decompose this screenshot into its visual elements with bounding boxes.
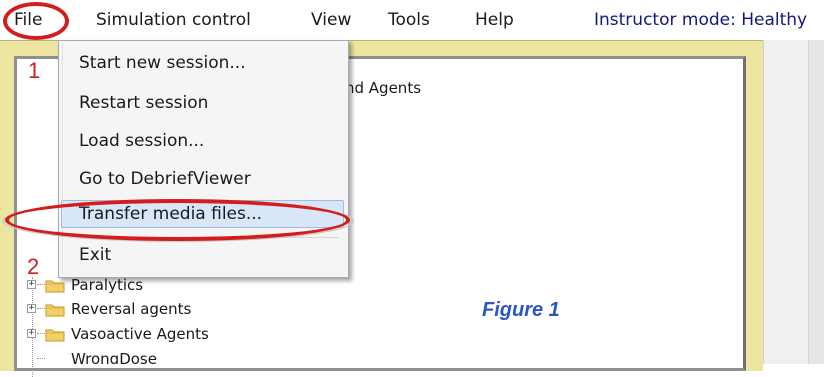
menu-bar: File Simulation control View Tools Help … — [0, 0, 824, 40]
menu-tools[interactable]: Tools — [388, 10, 430, 30]
annotation-ring-transfer — [5, 199, 350, 241]
tree-item-label: Paralytics — [71, 276, 144, 294]
menu-simulation-control[interactable]: Simulation control — [96, 10, 251, 30]
scrollbar-track[interactable] — [808, 40, 824, 364]
menu-item-start-new-session[interactable]: Start new session... — [79, 53, 246, 73]
tree-item-vasoactive-agents[interactable]: + Vasoactive Agents — [27, 325, 287, 347]
folder-icon — [45, 280, 65, 293]
tree-item-paralytics[interactable]: + Paralytics — [27, 276, 247, 298]
tree-item-reversal-agents[interactable]: + Reversal agents — [27, 300, 267, 322]
menu-view[interactable]: View — [311, 10, 351, 30]
menu-help[interactable]: Help — [475, 10, 514, 30]
tree-item-label: Reversal agents — [71, 300, 192, 318]
tree-item-label: WrongDose — [71, 350, 157, 364]
tree-header-partial: nd Agents — [345, 79, 422, 97]
annotation-step-2: 2 — [27, 254, 40, 279]
menu-item-go-to-debriefviewer[interactable]: Go to DebriefViewer — [79, 169, 251, 189]
menu-item-exit[interactable]: Exit — [79, 245, 111, 265]
plus-expander-icon[interactable]: + — [27, 304, 36, 313]
file-dropdown-menu: Start new session... Restart session Loa… — [58, 40, 349, 278]
figure-caption: Figure 1 — [482, 299, 560, 321]
tree-item-wrongdose[interactable]: WrongDose — [27, 350, 267, 364]
plus-expander-icon[interactable]: + — [27, 329, 36, 338]
folder-icon — [45, 329, 65, 342]
menu-item-restart-session[interactable]: Restart session — [79, 93, 208, 113]
annotation-step-1: 1 — [28, 58, 41, 83]
menu-item-load-session[interactable]: Load session... — [79, 131, 204, 151]
tree-item-label: Vasoactive Agents — [71, 325, 209, 343]
folder-icon — [45, 304, 65, 317]
plus-expander-icon[interactable]: + — [27, 280, 36, 289]
instructor-mode-label: Instructor mode: Healthy — [594, 10, 808, 30]
annotation-ring-file — [3, 2, 69, 40]
